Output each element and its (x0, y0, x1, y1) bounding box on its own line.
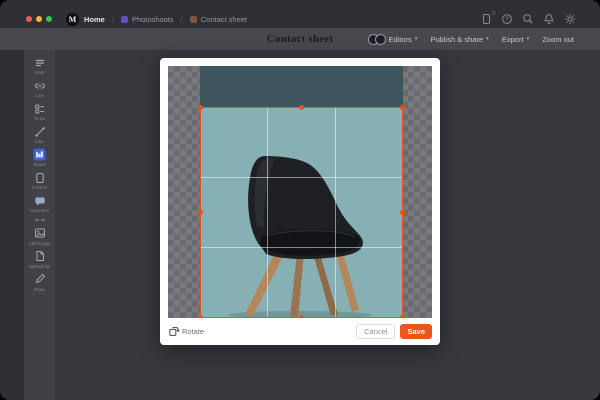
publish-share-label: Publish & share (431, 35, 484, 44)
tool-label: Add image (29, 241, 51, 246)
tool-board[interactable]: Board (27, 148, 53, 167)
rotate-label: Rotate (182, 327, 204, 336)
board-header: Contact sheet Editors ▾ Publish & share … (0, 28, 600, 50)
crop-handle-left[interactable] (198, 210, 203, 215)
rotate-button[interactable]: Rotate (168, 326, 204, 337)
line-icon (33, 125, 46, 138)
tool-label: Comment (30, 208, 50, 213)
note-icon (33, 56, 46, 69)
chevron-down-icon: ▾ (527, 36, 530, 42)
breadcrumb-label: Contact sheet (201, 15, 247, 24)
tool-draw[interactable]: Draw (27, 273, 53, 292)
tool-label: Column (32, 185, 48, 190)
pencil-icon (33, 273, 46, 286)
help-icon[interactable]: ? (501, 13, 513, 25)
todo-icon (33, 102, 46, 115)
chevron-down-icon: ▾ (415, 36, 418, 42)
breadcrumb-separator: / (112, 15, 114, 24)
tool-sidebar: Note Link To do Line Board (24, 50, 55, 400)
export-label: Export (502, 35, 524, 44)
top-bar: M Home / Photoshoots / Contact sheet 0 ? (0, 0, 600, 28)
tool-comment[interactable]: Comment (27, 194, 53, 213)
tool-label: Link (35, 93, 43, 98)
tool-line[interactable]: Line (27, 125, 53, 144)
tool-todo[interactable]: To do (27, 102, 53, 121)
editors-button[interactable]: Editors ▾ (368, 34, 417, 45)
breadcrumb-separator: / (181, 15, 183, 24)
zoom-out-button[interactable]: Zoom out (542, 35, 574, 44)
avatar (375, 34, 386, 45)
crop-box[interactable] (200, 107, 403, 318)
tool-label: Line (35, 139, 44, 144)
crop-handle-right[interactable] (400, 210, 405, 215)
traffic-lights (26, 16, 52, 22)
crop-handle-top[interactable] (299, 105, 304, 110)
board-color-icon (121, 16, 128, 23)
crop-handle-top-left[interactable] (198, 105, 203, 110)
tool-add-image[interactable]: Add image (27, 227, 53, 246)
breadcrumb-photoshoots[interactable]: Photoshoots (121, 15, 174, 24)
close-button[interactable] (26, 16, 32, 22)
cancel-button[interactable]: Cancel (356, 324, 395, 340)
crop-handle-top-right[interactable] (400, 105, 405, 110)
svg-text:?: ? (505, 17, 509, 23)
tool-label: To do (34, 116, 45, 121)
editors-label: Editors (388, 35, 411, 44)
tool-link[interactable]: Link (27, 79, 53, 98)
grid-line (335, 108, 336, 317)
inbox-icon[interactable]: 0 (480, 13, 492, 25)
bell-icon[interactable] (543, 13, 555, 25)
tool-upload-file[interactable]: Upload file (27, 250, 53, 269)
minimize-button[interactable] (36, 16, 42, 22)
board-icon (33, 148, 46, 161)
breadcrumb-contact-sheet[interactable]: Contact sheet (190, 15, 247, 24)
board-color-icon (190, 16, 197, 23)
tool-note[interactable]: Note (27, 56, 53, 75)
sidebar-divider (35, 219, 45, 221)
column-icon (33, 171, 46, 184)
editor-avatars (368, 34, 386, 45)
crop-workspace (168, 66, 432, 318)
app-window: M Home / Photoshoots / Contact sheet 0 ? (0, 0, 600, 400)
app-logo[interactable]: M (66, 13, 79, 26)
export-button[interactable]: Export ▾ (502, 35, 529, 44)
image-edit-modal: Rotate Cancel Save (160, 58, 440, 345)
maximize-button[interactable] (46, 16, 52, 22)
grid-line (201, 247, 402, 248)
link-icon (33, 79, 46, 92)
window-edge (0, 50, 24, 400)
gear-icon[interactable] (564, 13, 576, 25)
rotate-icon (168, 326, 179, 337)
grid-line (267, 108, 268, 317)
tool-label: Draw (34, 287, 45, 292)
tool-label: Board (33, 162, 45, 167)
publish-share-button[interactable]: Publish & share ▾ (431, 35, 489, 44)
chevron-down-icon: ▾ (486, 36, 489, 42)
save-button[interactable]: Save (400, 324, 432, 339)
comment-icon (33, 194, 46, 207)
zoom-out-label: Zoom out (542, 35, 574, 44)
file-icon (33, 250, 46, 263)
tool-label: Note (35, 70, 45, 75)
breadcrumb-home[interactable]: Home (84, 15, 105, 24)
tool-label: Upload file (29, 264, 50, 269)
inbox-badge: 0 (492, 11, 495, 17)
breadcrumb-label: Photoshoots (132, 15, 174, 24)
modal-footer: Rotate Cancel Save (168, 318, 432, 345)
search-icon[interactable] (522, 13, 534, 25)
tool-column[interactable]: Column (27, 171, 53, 190)
image-icon (33, 227, 46, 240)
grid-line (201, 177, 402, 178)
